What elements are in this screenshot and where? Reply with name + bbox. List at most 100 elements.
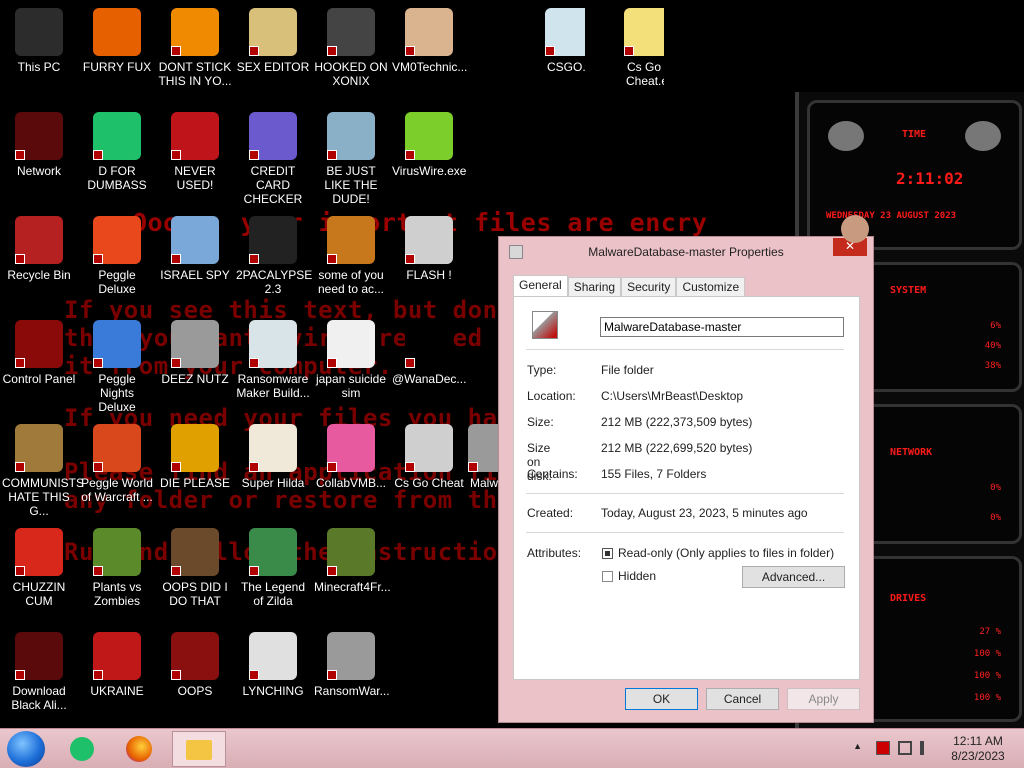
taskbar-firefox[interactable]: [118, 731, 162, 767]
desktop-icon[interactable]: Download Black Ali...: [0, 632, 78, 712]
attributes-label: Attributes:: [527, 546, 582, 560]
ok-button[interactable]: OK: [625, 688, 698, 710]
volume-icon[interactable]: [920, 741, 934, 755]
dev-cpp-icon: [171, 112, 219, 160]
desktop-icon[interactable]: Plants vs Zombies: [78, 528, 156, 608]
shortcut-badge-icon: [249, 670, 259, 680]
clock[interactable]: 12:11 AM 8/23/2023: [940, 734, 1016, 764]
shortcut-badge-icon: [405, 254, 415, 264]
desktop-icon-label: OOPS DID I DO THAT: [162, 580, 228, 608]
start-button[interactable]: [7, 731, 45, 767]
hxd-editor-icon: [249, 8, 297, 56]
divider: [526, 493, 844, 494]
desktop-icon[interactable]: CollabVMB...: [312, 424, 390, 490]
desktop-icon[interactable]: 2PACALYPSE 2.3: [234, 216, 312, 296]
folder-large-icon: [532, 311, 558, 339]
desktop-icon[interactable]: DEEZ NUTZ: [156, 320, 234, 386]
shortcut-badge-icon: [468, 462, 478, 472]
shortcut-badge-icon: [327, 46, 337, 56]
desktop-icon[interactable]: NEVER USED!: [156, 112, 234, 192]
desktop-icon-label: Ransomware Maker Build...: [236, 372, 310, 400]
desktop-icon[interactable]: Cs Go Cheat: [390, 424, 468, 490]
network-value: 0%: [990, 513, 1001, 523]
desktop-icon[interactable]: ISRAEL SPY: [156, 216, 234, 282]
desktop-icon-label: Cs Go Cheat: [394, 476, 464, 490]
desktop-icon[interactable]: BE JUST LIKE THE DUDE!: [312, 112, 390, 206]
desktop-icon[interactable]: japan suicide sim: [312, 320, 390, 400]
desktop-icon-label: DIE PLEASE: [159, 476, 231, 490]
network-icon[interactable]: [898, 741, 912, 755]
desktop-icon[interactable]: Recycle Bin: [0, 216, 78, 282]
shortcut-badge-icon: [93, 462, 103, 472]
desktop-icon[interactable]: This PC: [0, 8, 78, 74]
shortcut-badge-icon: [327, 670, 337, 680]
desktop-icon[interactable]: D FOR DUMBASS: [78, 112, 156, 192]
desktop-icon[interactable]: Minecraft4Fr...: [312, 528, 391, 594]
chat-bubble-icon: [70, 737, 94, 761]
size-value: 212 MB (222,373,509 bytes): [601, 415, 753, 429]
shortcut-badge-icon: [327, 150, 337, 160]
tab-security[interactable]: Security: [621, 277, 677, 297]
desktop-icon[interactable]: OOPS DID I DO THAT: [156, 528, 234, 608]
desktop-icon[interactable]: The Legend of Zilda: [234, 528, 312, 608]
taskbar-file-explorer[interactable]: [172, 731, 226, 767]
desktop-icon[interactable]: LYNCHING: [234, 632, 312, 698]
desktop-icon[interactable]: Ransomware Maker Build...: [234, 320, 312, 400]
shortcut-badge-icon: [15, 670, 25, 680]
alienware-icon: [15, 632, 63, 680]
desktop-icon[interactable]: UKRAINE: [78, 632, 156, 698]
flash-card-icon: [405, 424, 453, 472]
cancel-button[interactable]: Cancel: [706, 688, 779, 710]
desktop-icon[interactable]: VM0Technic...: [390, 8, 468, 74]
desktop-icon[interactable]: Network: [0, 112, 78, 178]
desktop-icon[interactable]: some of you need to ac...: [312, 216, 390, 296]
readonly-checkbox[interactable]: [602, 548, 613, 559]
tab-customize[interactable]: Customize: [676, 277, 746, 297]
avatar: [841, 215, 869, 243]
desktop-icon[interactable]: FLASH !: [390, 216, 468, 282]
desktop-icon[interactable]: VirusWire.exe: [390, 112, 468, 178]
shortcut-badge-icon: [93, 566, 103, 576]
desktop-icon[interactable]: Peggle World of Warcraft ...: [78, 424, 156, 504]
desktop-icon-label: FURRY FUX: [82, 60, 152, 74]
location-label: Location:: [527, 389, 576, 403]
red-card-icon: [171, 632, 219, 680]
folder-icon: [186, 740, 212, 760]
shortcut-badge-icon: [545, 46, 555, 56]
desktop-icon[interactable]: COMMUNISTS HATE THIS G...: [0, 424, 84, 518]
desktop-icon[interactable]: RansomWar...: [312, 632, 390, 698]
apply-button[interactable]: Apply: [787, 688, 860, 710]
desktop-icon[interactable]: DONT STICK THIS IN YO...: [156, 8, 234, 88]
desktop-icon[interactable]: CREDIT CARD CHECKER: [234, 112, 312, 206]
advanced-button[interactable]: Advanced...: [742, 566, 845, 588]
folder-name-input[interactable]: [600, 317, 844, 337]
tab-general[interactable]: General: [513, 275, 568, 297]
desktop-icon[interactable]: OOPS: [156, 632, 234, 698]
desktop-icon[interactable]: Control Panel: [0, 320, 78, 386]
desktop-icon-label: RansomWar...: [314, 684, 390, 698]
shortcut-badge-icon: [249, 150, 259, 160]
shortcut-badge-icon: [405, 462, 415, 472]
desktop-icon[interactable]: CHUZZIN CUM: [0, 528, 78, 608]
tab-sharing[interactable]: Sharing: [567, 277, 622, 297]
shortcut-badge-icon: [405, 46, 415, 56]
desktop-icon[interactable]: Super Hilda: [234, 424, 312, 490]
tray-overflow-icon[interactable]: ▲: [853, 741, 862, 751]
desktop-icon-label: Plants vs Zombies: [92, 580, 142, 608]
desktop-icon[interactable]: SEX EDITOR: [234, 8, 312, 74]
divider: [526, 532, 844, 533]
desktop-icon[interactable]: FURRY FUX: [78, 8, 156, 74]
taskbar-chat-app[interactable]: [60, 731, 104, 767]
lime-slice-icon: [405, 112, 453, 160]
flag-icon[interactable]: [876, 741, 890, 755]
window-app-icon: [545, 8, 585, 56]
size-label: Size:: [527, 415, 554, 429]
desktop-icon[interactable]: @WanaDec...: [390, 320, 468, 386]
hidden-checkbox[interactable]: [602, 571, 613, 582]
desktop-icon[interactable]: DIE PLEASE: [156, 424, 234, 490]
desktop-icon[interactable]: Peggle Nights Deluxe: [78, 320, 156, 414]
desktop-icon[interactable]: Peggle Deluxe: [78, 216, 156, 296]
desktop-icon[interactable]: HOOKED ON XONIX: [312, 8, 390, 88]
desktop-icon[interactable]: CSGO.exe: [545, 8, 585, 74]
desktop-icon[interactable]: Cs Go Cheat.exe: [624, 8, 664, 88]
